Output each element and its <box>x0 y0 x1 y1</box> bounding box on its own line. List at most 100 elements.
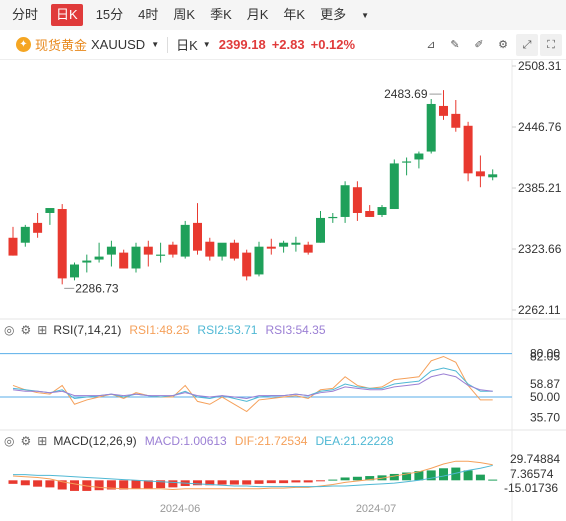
settings-icon[interactable]: ⚙ <box>492 34 514 56</box>
period-tab-8[interactable]: 更多 <box>318 4 348 26</box>
symbol-code[interactable]: XAUUSD <box>91 37 145 52</box>
gear-icon[interactable]: ⚙ <box>20 323 31 337</box>
eye-icon[interactable]: ◎ <box>4 434 14 448</box>
candle-body <box>131 246 141 269</box>
draw-tool-icon[interactable]: ✐ <box>468 34 490 56</box>
candle-body <box>365 211 375 217</box>
macd-histogram-bar <box>70 480 79 491</box>
price-change-percent: +0.12% <box>310 37 356 52</box>
grid-icon[interactable]: ⊞ <box>37 323 47 337</box>
macd-histogram-bar <box>242 480 252 485</box>
candle <box>426 99 436 154</box>
macd-tick-label: 7.36574 <box>510 467 554 481</box>
draw-line-icon[interactable]: ✎ <box>444 34 466 56</box>
high-price-label: 2483.69 <box>384 87 428 101</box>
macd-histogram-bar <box>328 479 338 481</box>
candle-body <box>316 217 325 243</box>
candle-body <box>20 226 30 243</box>
fullscreen-icon[interactable]: ⛶ <box>540 34 562 56</box>
date-tick-label: 2024-07 <box>356 503 396 515</box>
candle-body <box>143 246 153 255</box>
candle-body <box>439 105 448 116</box>
period-tab-1[interactable]: 日K <box>51 4 83 26</box>
period-tab-5[interactable]: 季K <box>208 4 234 26</box>
indicator-icon[interactable]: ⊿ <box>420 34 442 56</box>
candle-body <box>229 242 239 259</box>
macd-histogram-bar <box>20 480 30 486</box>
period-tab-0[interactable]: 分时 <box>10 4 40 26</box>
candle <box>131 242 141 273</box>
dea-label: DEA:21.22228 <box>315 434 394 448</box>
candle-body <box>451 113 461 128</box>
candle-body <box>266 246 276 249</box>
candle-body <box>217 242 227 257</box>
period-tab-6[interactable]: 月K <box>245 4 271 26</box>
candle <box>242 249 252 281</box>
candle-body <box>33 222 43 233</box>
price-tick-label: 2262.11 <box>518 303 561 317</box>
period-tab-4[interactable]: 周K <box>171 4 197 26</box>
candle <box>340 181 350 223</box>
candle-body <box>180 224 190 257</box>
price-tick-label: 2323.66 <box>518 242 562 256</box>
candle <box>229 239 239 261</box>
candle <box>45 208 55 225</box>
rsi1-label: RSI1:48.25 <box>129 323 190 337</box>
gear-icon[interactable]: ⚙ <box>20 434 31 448</box>
period-label[interactable]: 日K <box>176 35 198 54</box>
period-dropdown-icon[interactable]: ▼ <box>203 40 211 49</box>
candle <box>33 212 43 238</box>
rsi-series-line-1 <box>12 355 493 413</box>
expand-icon[interactable]: ⤢ <box>516 34 538 56</box>
candle <box>488 169 498 181</box>
candle-body <box>352 187 362 213</box>
period-tab-3[interactable]: 4时 <box>136 4 160 26</box>
candle <box>143 240 153 267</box>
candle-body <box>414 153 424 160</box>
last-price: 2399.18 <box>218 37 266 52</box>
macd-histogram-bar <box>266 480 276 484</box>
candle <box>57 204 67 285</box>
macd-histogram-bar <box>488 479 498 481</box>
candle <box>8 226 18 256</box>
price-change: +2.83 <box>271 37 305 52</box>
date-tick-label: 2024-06 <box>160 503 200 515</box>
candle <box>217 242 227 261</box>
macd-histogram-bar <box>352 476 362 481</box>
more-dropdown-icon[interactable]: ▼ <box>361 11 369 20</box>
symbol-name[interactable]: 现货黄金 <box>35 35 87 54</box>
macd-histogram-bar <box>45 480 55 488</box>
kline-chart[interactable]: 2508.31 2446.76 2385.21 2323.66 2262.11 2483.… <box>0 60 566 521</box>
candle <box>254 241 264 277</box>
macd-histogram-bar <box>33 480 43 487</box>
eye-icon[interactable]: ◎ <box>4 323 14 337</box>
macd-histogram-bar <box>217 480 227 485</box>
candle <box>156 242 166 263</box>
price-tick-label: 2508.31 <box>518 60 562 73</box>
macd-tick-label: -15.01736 <box>504 481 558 495</box>
candle-body <box>106 246 116 255</box>
candle-body <box>193 222 202 251</box>
candle <box>463 121 473 182</box>
rsi-title: RSI(7,14,21) <box>53 323 122 337</box>
candle-body <box>279 242 289 247</box>
candle <box>377 205 387 217</box>
macd-histogram-bar <box>475 474 485 481</box>
macd-histogram-bar <box>131 480 141 489</box>
macd-histogram-bar <box>389 473 399 481</box>
candle <box>180 220 190 259</box>
symbol-info-bar: ✦ 现货黄金 XAUUSD ▼ 日K ▼ 2399.18 +2.83 +0.12… <box>0 30 566 60</box>
macd-histogram-bar <box>94 480 104 491</box>
macd-histogram-bar <box>316 480 325 482</box>
grid-icon[interactable]: ⊞ <box>37 434 47 448</box>
symbol-dropdown-icon[interactable]: ▼ <box>151 40 159 49</box>
period-tab-2[interactable]: 15分 <box>94 4 125 26</box>
candle-body <box>45 208 55 213</box>
candle-body <box>254 246 264 275</box>
candle <box>20 224 30 247</box>
macd-histogram-bar <box>340 477 350 481</box>
period-tab-7[interactable]: 年K <box>281 4 307 26</box>
candle <box>266 238 276 255</box>
candle-body <box>402 161 412 163</box>
rsi3-label: RSI3:54.35 <box>265 323 326 337</box>
